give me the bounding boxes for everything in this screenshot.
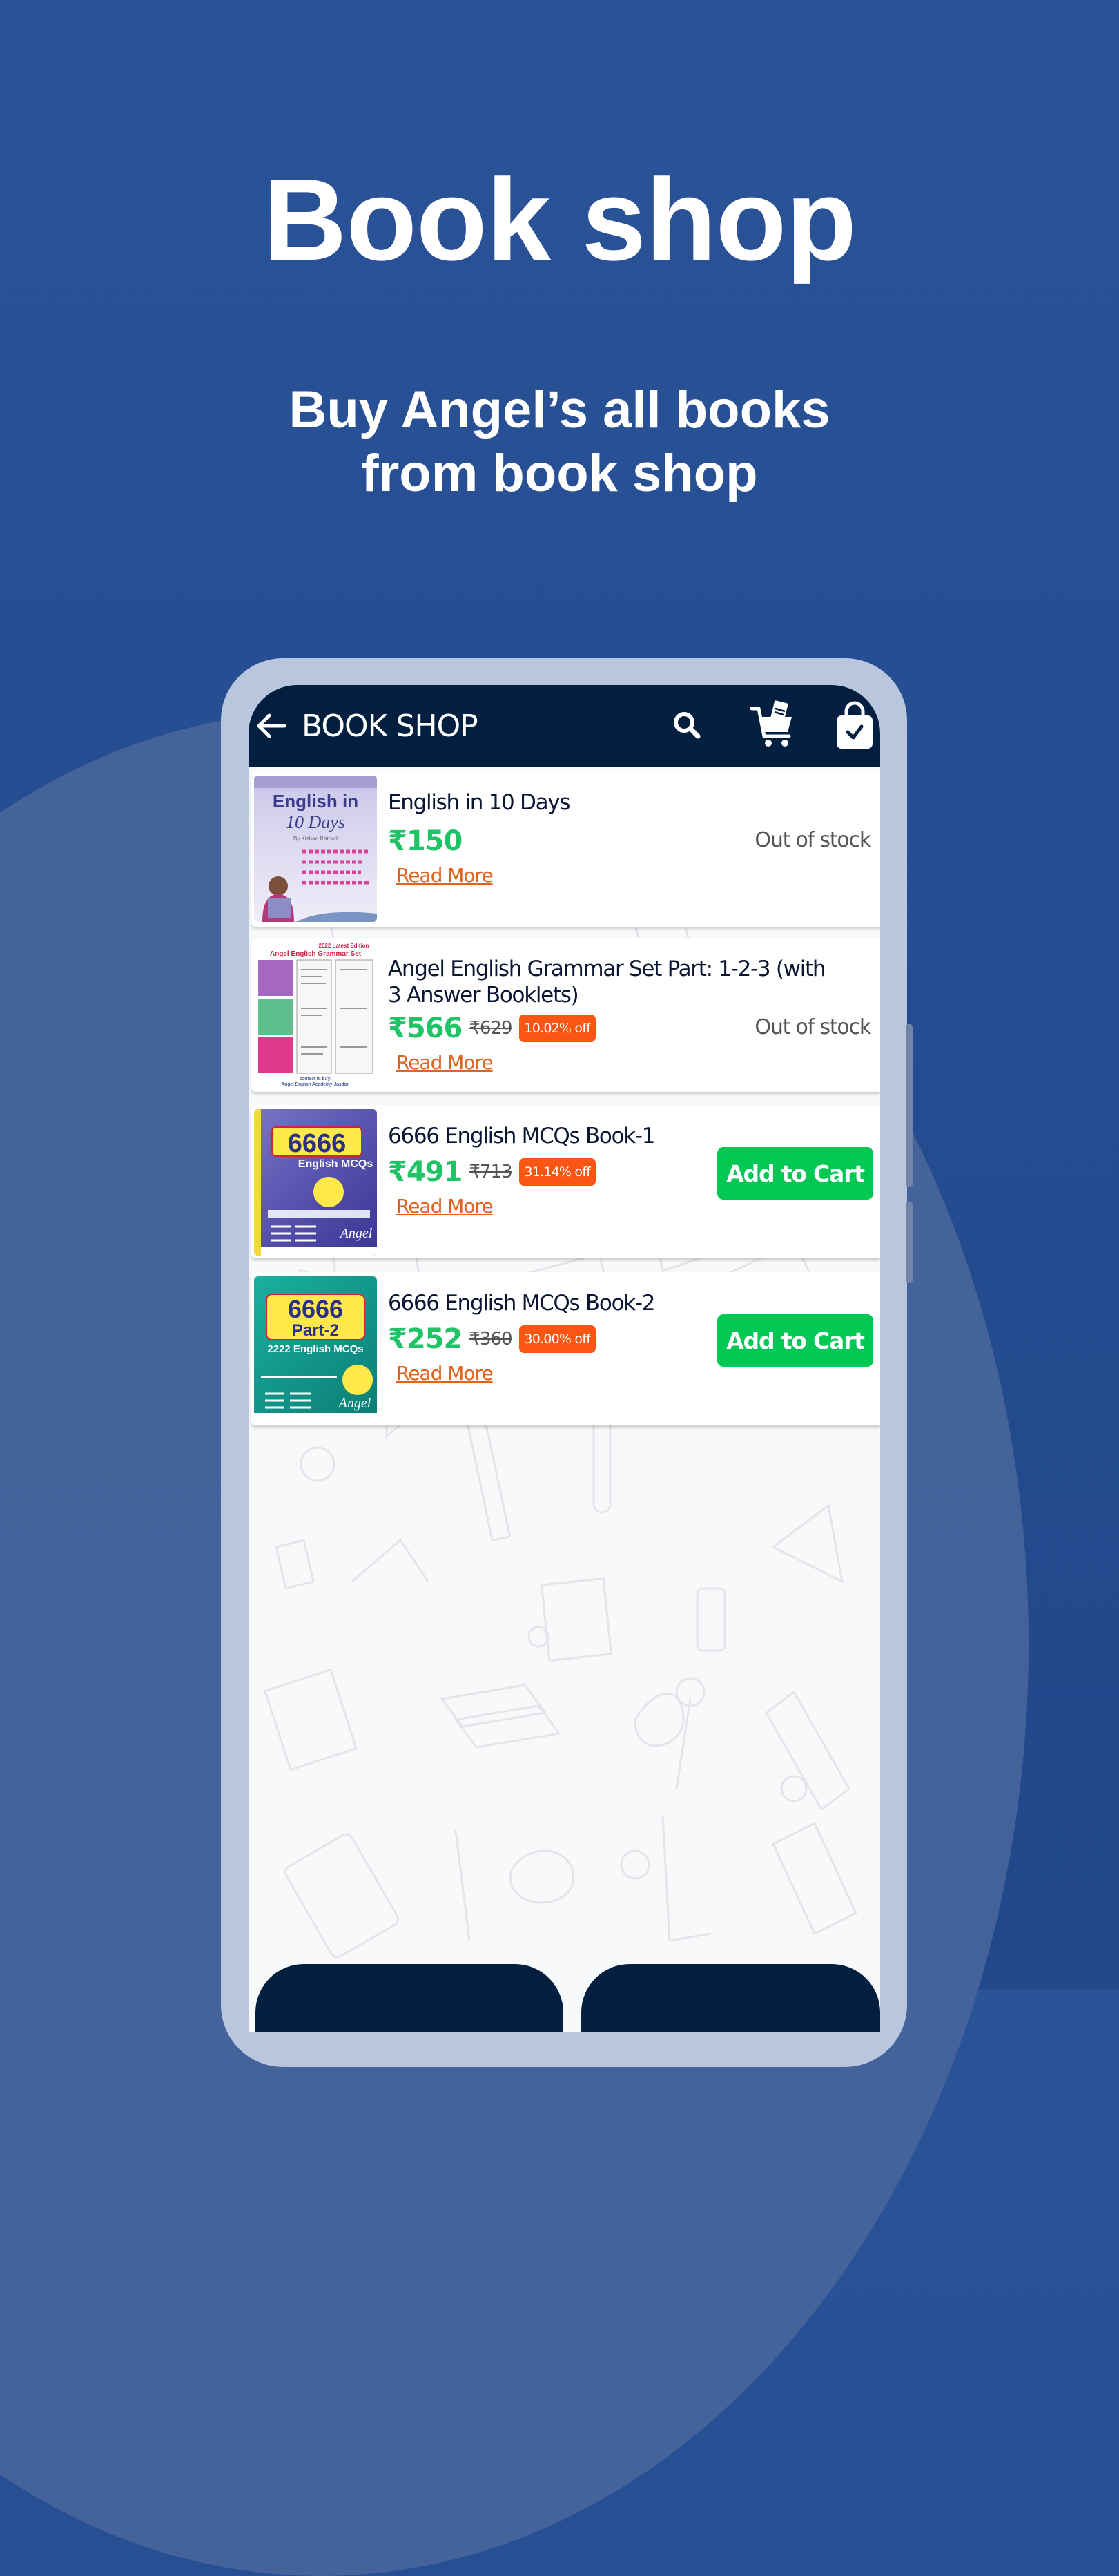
book-cover[interactable]: 2022 Latest Edition Angel English Gramma… (254, 942, 377, 1088)
phone-side-button (906, 1024, 913, 1187)
discount-badge: 10.02% off (518, 1015, 596, 1042)
cover-line1: 2022 Latest Edition (319, 943, 369, 949)
read-more-link[interactable]: Read More (396, 1051, 494, 1074)
back-arrow-icon[interactable] (254, 709, 289, 743)
cover-line3: By Kishan Rathod (293, 836, 338, 842)
hero-title: Book shop (263, 155, 857, 285)
cover-line3: 2222 English MCQs (267, 1343, 363, 1355)
hero-subtitle-line2: from book shop (361, 444, 758, 503)
cover-line4: Angel (338, 1396, 371, 1411)
app-bar: BOOK SHOP (249, 685, 880, 767)
book-card[interactable]: 6666 English MCQs Angel 6666 English MCQ… (251, 1105, 880, 1258)
book-price: ₹252 (388, 1323, 463, 1355)
book-title[interactable]: 6666 English MCQs Book-1 (388, 1123, 830, 1149)
price-row: ₹252 ₹360 30.00% off (388, 1323, 596, 1355)
cover-line1: English in (273, 791, 358, 811)
read-more-link[interactable]: Read More (396, 1195, 494, 1218)
book-cart-icon[interactable] (749, 700, 797, 750)
price-row: ₹491 ₹713 31.14% off (388, 1156, 596, 1188)
book-card[interactable]: 6666 Part-2 2222 English MCQs Angel 6666… (251, 1272, 880, 1425)
add-to-cart-button[interactable]: Add to Cart (717, 1147, 873, 1200)
cover-line2: Part-2 (292, 1321, 339, 1340)
add-to-cart-button[interactable]: Add to Cart (717, 1314, 873, 1367)
svg-text:Angel English Academy-Jasdan: Angel English Academy-Jasdan (282, 1082, 350, 1087)
stock-status: Out of stock (755, 828, 871, 852)
book-title[interactable]: Angel English Grammar Set Part: 1-2-3 (w… (388, 956, 830, 1008)
book-cover[interactable]: English in 10 Days By Kishan Rathod (254, 776, 377, 922)
discount-badge: 30.00% off (518, 1325, 596, 1353)
cover-line2: 10 Days (286, 812, 345, 832)
book-cover-art: 6666 English MCQs Angel (254, 1109, 377, 1256)
book-price: ₹491 (388, 1156, 463, 1188)
svg-text:contact to buy:: contact to buy: (300, 1077, 331, 1082)
book-cover[interactable]: 6666 Part-2 2222 English MCQs Angel (254, 1276, 377, 1423)
cover-line1: 6666 (288, 1295, 343, 1323)
cover-line2: English MCQs (298, 1158, 373, 1170)
book-card[interactable]: 2022 Latest Edition Angel English Gramma… (251, 938, 880, 1092)
cover-line3: Angel (339, 1226, 373, 1241)
book-title[interactable]: 6666 English MCQs Book-2 (388, 1290, 830, 1316)
shopping-bag-check-icon[interactable] (834, 700, 875, 750)
book-mrp: ₹713 (469, 1162, 512, 1182)
book-cover-art: 2022 Latest Edition Angel English Gramma… (258, 943, 373, 1087)
book-cover-art: English in 10 Days By Kishan Rathod (254, 776, 377, 922)
search-icon[interactable] (672, 710, 702, 742)
book-title[interactable]: English in 10 Days (388, 789, 830, 816)
price-row: ₹566 ₹629 10.02% off (388, 1012, 596, 1044)
app-bar-title: BOOK SHOP (302, 709, 478, 744)
read-more-link[interactable]: Read More (396, 1362, 494, 1385)
cover-line1: 6666 (288, 1129, 347, 1158)
book-cover-art: 6666 Part-2 2222 English MCQs Angel (254, 1294, 377, 1423)
book-card[interactable]: English in 10 Days By Kishan Rathod Engl… (251, 771, 880, 927)
bottom-nav-button[interactable] (581, 1964, 880, 2032)
book-mrp: ₹360 (469, 1329, 512, 1349)
book-price: ₹150 (388, 825, 463, 857)
discount-badge: 31.14% off (518, 1158, 596, 1186)
stock-status: Out of stock (755, 1015, 871, 1039)
hero-subtitle-line1: Buy Angel’s all books (289, 381, 830, 439)
read-more-link[interactable]: Read More (396, 864, 494, 887)
book-price: ₹566 (388, 1012, 463, 1044)
app-screen: BOOK SHOP English in 10 Days By Kishan R… (249, 685, 880, 2032)
hero-subtitle: Buy Angel’s all books from book shop (0, 378, 1119, 506)
phone-side-button (906, 1202, 913, 1283)
bottom-nav-button[interactable] (255, 1964, 563, 2032)
cover-line2: Angel English Grammar Set (270, 950, 362, 958)
book-cover[interactable]: 6666 English MCQs Angel (254, 1109, 377, 1256)
price-row: ₹150 (388, 825, 463, 857)
book-mrp: ₹629 (469, 1018, 512, 1039)
